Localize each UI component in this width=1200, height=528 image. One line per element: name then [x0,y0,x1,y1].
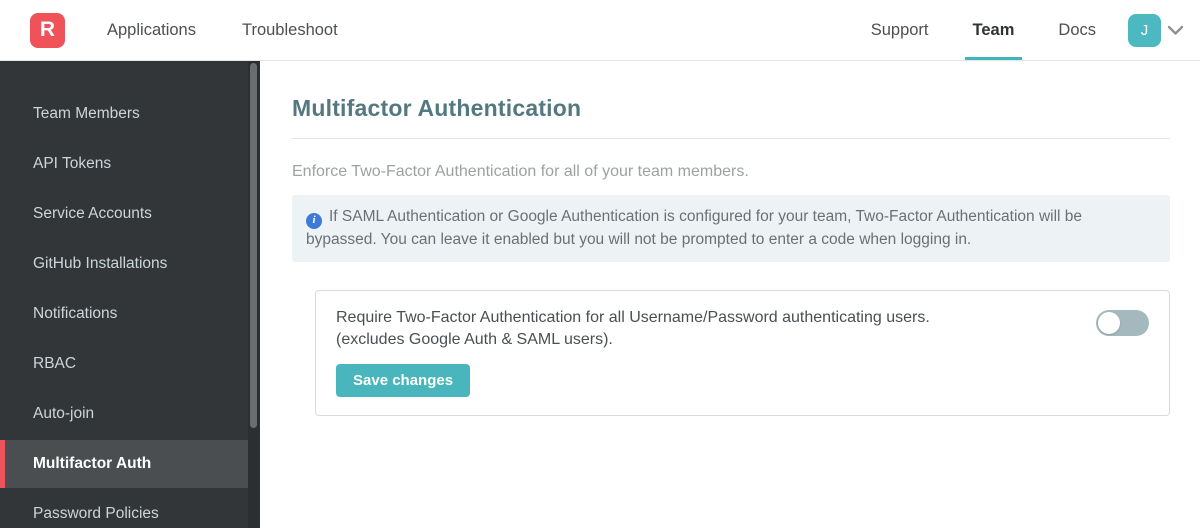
page-title: Multifactor Authentication [292,95,582,121]
app-body: Team Members API Tokens Service Accounts… [0,61,1200,528]
save-changes-button[interactable]: Save changes [336,363,471,397]
page-description: Enforce Two-Factor Authentication for al… [292,163,749,180]
setting-label-line1: Require Two-Factor Authentication for al… [336,309,930,327]
sidebar-nav: Team Members API Tokens Service Accounts… [0,61,260,528]
title-divider [292,138,1170,139]
sidebar-item-multifactor-auth[interactable]: Multifactor Auth [0,440,248,488]
two-factor-settings-card: Require Two-Factor Authentication for al… [315,290,1170,416]
main-content: Multifactor Authentication Enforce Two-F… [260,61,1200,528]
setting-label: Require Two-Factor Authentication for al… [336,307,950,349]
sidebar-scrollbar-track[interactable] [248,61,260,528]
info-icon: i [306,212,322,229]
sidebar: Team Members API Tokens Service Accounts… [0,61,260,528]
toggle-knob [1098,312,1120,335]
nav-applications[interactable]: Applications [107,21,196,40]
sidebar-item-rbac[interactable]: RBAC [0,339,260,389]
sidebar-scrollbar-thumb[interactable] [250,63,257,428]
primary-nav: Applications Troubleshoot [107,21,338,40]
rollbar-logo[interactable]: R [30,12,65,48]
setting-row: Require Two-Factor Authentication for al… [336,307,1149,349]
two-factor-toggle[interactable] [1096,310,1149,337]
info-banner-text: If SAML Authentication or Google Authent… [306,208,1083,248]
setting-label-line2: (excludes Google Auth & SAML users). [336,330,613,348]
sidebar-item-auto-join[interactable]: Auto-join [0,389,260,439]
avatar: J [1128,13,1161,47]
top-navbar: R Applications Troubleshoot Support Team… [0,0,1200,61]
secondary-nav: Support Team Docs J [849,0,1200,60]
logo-letter: R [39,18,56,41]
sidebar-item-github-installations[interactable]: GitHub Installations [0,239,260,289]
user-menu[interactable]: J [1128,13,1184,47]
info-banner: i If SAML Authentication or Google Authen… [292,195,1170,263]
sidebar-item-password-policies[interactable]: Password Policies [0,489,260,528]
chevron-down-icon [1167,25,1184,35]
nav-docs[interactable]: Docs [1036,0,1118,60]
nav-support[interactable]: Support [849,0,951,60]
nav-team[interactable]: Team [951,0,1037,60]
avatar-initial: J [1140,21,1149,39]
nav-troubleshoot[interactable]: Troubleshoot [242,21,338,40]
sidebar-item-api-tokens[interactable]: API Tokens [0,139,260,189]
sidebar-item-team-members[interactable]: Team Members [0,89,260,139]
sidebar-item-notifications[interactable]: Notifications [0,289,260,339]
sidebar-item-service-accounts[interactable]: Service Accounts [0,189,260,239]
